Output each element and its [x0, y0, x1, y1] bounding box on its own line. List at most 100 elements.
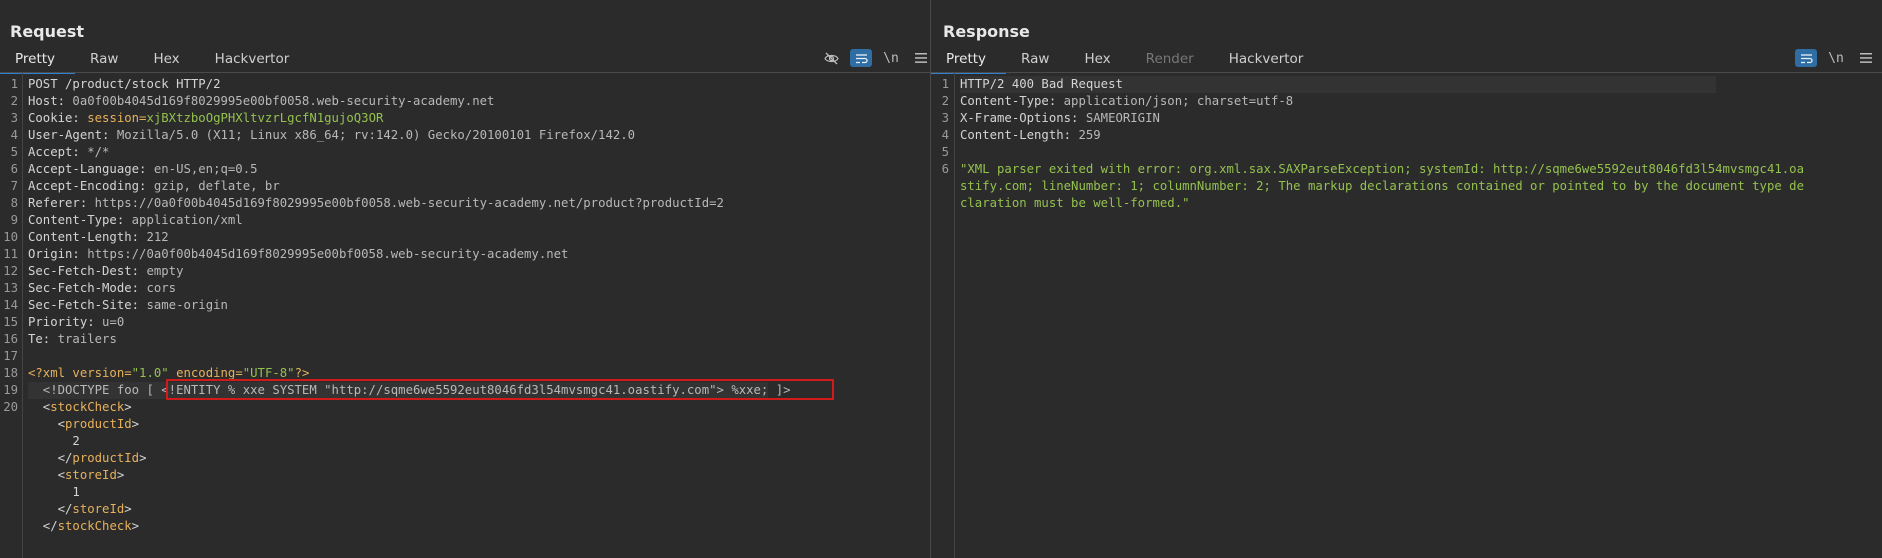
code-token: stockCheck	[50, 400, 125, 414]
code-token: "1.0"	[131, 366, 169, 380]
code-token: Referer:	[28, 196, 95, 210]
line-number: 16	[3, 332, 18, 346]
request-toolbar: \n	[812, 49, 932, 67]
code-line: claration must be well-formed."	[931, 195, 1882, 212]
code-line: 4 Content-Length: 259	[931, 127, 1882, 144]
tab-pretty[interactable]: Pretty	[931, 50, 1007, 74]
line-number: 15	[3, 315, 18, 329]
code-token: productId	[72, 451, 140, 465]
eye-slash-icon[interactable]	[820, 49, 842, 67]
code-token: en-US,en;q=0.5	[153, 162, 258, 176]
code-token: >	[124, 400, 132, 414]
code-line: 3 Cookie: session=xjBXtzboOgPHXltvzrLgcfN…	[0, 110, 930, 127]
tab-hex[interactable]: Hex	[1069, 50, 1130, 72]
response-pane: Response Pretty Raw Hex Render Hackvertor \n…	[931, 0, 1882, 558]
hamburger-icon[interactable]	[910, 49, 932, 67]
code-line: 2 Content-Type: application/json; charset…	[931, 93, 1882, 110]
request-editor[interactable]: 1 POST /product/stock HTTP/2 2 Host: 0a0f00…	[0, 76, 930, 535]
line-number: 3	[10, 111, 18, 125]
request-tabs: Pretty Raw Hex Hackvertor	[0, 50, 309, 74]
code-line: 12 Sec-Fetch-Dest: empty	[0, 263, 930, 280]
code-line: </storeId>	[0, 501, 930, 518]
line-number: 17	[3, 349, 18, 363]
code-token: gzip, deflate, br	[153, 179, 280, 193]
line-number: 1	[10, 77, 18, 91]
code-token: Origin:	[28, 247, 88, 261]
response-editor[interactable]: 1 HTTP/2 400 Bad Request 2 Content-Type: ap…	[931, 76, 1882, 212]
code-line: 7 Accept-Encoding: gzip, deflate, br	[0, 178, 930, 195]
code-token: xjBXtzboOgPHXltvzrLgcfN1gujoQ3OR	[146, 111, 384, 125]
code-token: Cookie:	[28, 111, 88, 125]
code-line: 1	[0, 484, 930, 501]
code-line: 5	[931, 144, 1882, 161]
code-line: 16 Te: trailers	[0, 331, 930, 348]
code-token: stify.com; lineNumber: 1; columnNumber: …	[960, 179, 1804, 193]
tab-hackvertor[interactable]: Hackvertor	[1214, 50, 1324, 72]
code-token: POST /product/stock HTTP/2	[28, 77, 221, 91]
newline-toggle[interactable]: \n	[880, 49, 902, 67]
tab-hackvertor[interactable]: Hackvertor	[200, 50, 310, 72]
code-token: >	[139, 451, 147, 465]
code-token: claration must be well-formed."	[960, 196, 1190, 210]
response-tabs: Pretty Raw Hex Render Hackvertor	[931, 50, 1323, 74]
response-tab-divider	[931, 72, 1882, 73]
code-line: 15 Priority: u=0	[0, 314, 930, 331]
code-token: HTTP/2 400 Bad Request	[960, 77, 1123, 91]
code-token: Mozilla/5.0 (X11; Linux x86_64; rv:142.0…	[116, 128, 636, 142]
code-token: <	[28, 417, 66, 431]
code-line: </productId>	[0, 450, 930, 467]
code-token: <?xml version=	[28, 366, 132, 380]
line-number: 14	[3, 298, 18, 312]
code-token: </	[28, 519, 58, 533]
code-token: Content-Type:	[960, 94, 1064, 108]
code-line: 8 Referer: https://0a0f00b4045d169f802999…	[0, 195, 930, 212]
code-line: 6 "XML parser exited with error: org.xml.…	[931, 161, 1882, 178]
code-line: 14 Sec-Fetch-Site: same-origin	[0, 297, 930, 314]
code-token: application/json; charset=utf-8	[1063, 94, 1294, 108]
newline-toggle[interactable]: \n	[1825, 49, 1847, 67]
line-number: 7	[10, 179, 18, 193]
line-number: 11	[3, 247, 18, 261]
line-number: 3	[941, 111, 949, 125]
line-number: 4	[10, 128, 18, 142]
line-number: 2	[10, 94, 18, 108]
line-number: 5	[941, 145, 949, 159]
code-line: 2 Host: 0a0f00b4045d169f8029995e00bf0058.…	[0, 93, 930, 110]
code-token: ?>	[294, 366, 310, 380]
code-token: same-origin	[146, 298, 228, 312]
code-line: 3 X-Frame-Options: SAMEORIGIN	[931, 110, 1882, 127]
code-token: session=	[87, 111, 147, 125]
code-token: >	[131, 417, 140, 431]
code-token: Priority:	[28, 315, 103, 329]
request-tab-divider	[0, 72, 930, 73]
code-token: storeId	[65, 468, 117, 482]
line-number: 12	[3, 264, 18, 278]
code-token: stockCheck	[57, 519, 132, 533]
line-number: 9	[10, 213, 18, 227]
tab-render[interactable]: Render	[1131, 50, 1214, 72]
code-line: 10 Content-Length: 212	[0, 229, 930, 246]
code-token: Content-Type:	[28, 213, 132, 227]
line-number: 18	[3, 366, 18, 380]
code-token: empty	[146, 264, 184, 278]
line-number: 20	[3, 400, 18, 414]
line-number: 1	[941, 77, 949, 91]
tab-hex[interactable]: Hex	[138, 50, 199, 72]
code-line: 1 HTTP/2 400 Bad Request	[931, 76, 1882, 93]
code-token: <!DOCTYPE foo [	[28, 383, 162, 397]
tab-raw[interactable]: Raw	[1006, 50, 1069, 72]
wrap-icon[interactable]	[850, 49, 872, 67]
tab-raw[interactable]: Raw	[75, 50, 138, 72]
request-title: Request	[10, 22, 85, 41]
code-line: 1 POST /product/stock HTTP/2	[0, 76, 930, 93]
code-token: https://0a0f00b4045d169f8029995e00bf0058…	[87, 247, 569, 261]
code-token: Content-Length:	[960, 128, 1079, 142]
tab-pretty[interactable]: Pretty	[0, 50, 76, 74]
response-title: Response	[943, 22, 1030, 41]
code-token: 212	[146, 230, 169, 244]
hamburger-icon[interactable]	[1855, 49, 1877, 67]
code-line: </stockCheck>	[0, 518, 930, 535]
line-number: 5	[10, 145, 18, 159]
code-token: https://0a0f00b4045d169f8029995e00bf0058…	[94, 196, 724, 210]
wrap-icon[interactable]	[1795, 49, 1817, 67]
